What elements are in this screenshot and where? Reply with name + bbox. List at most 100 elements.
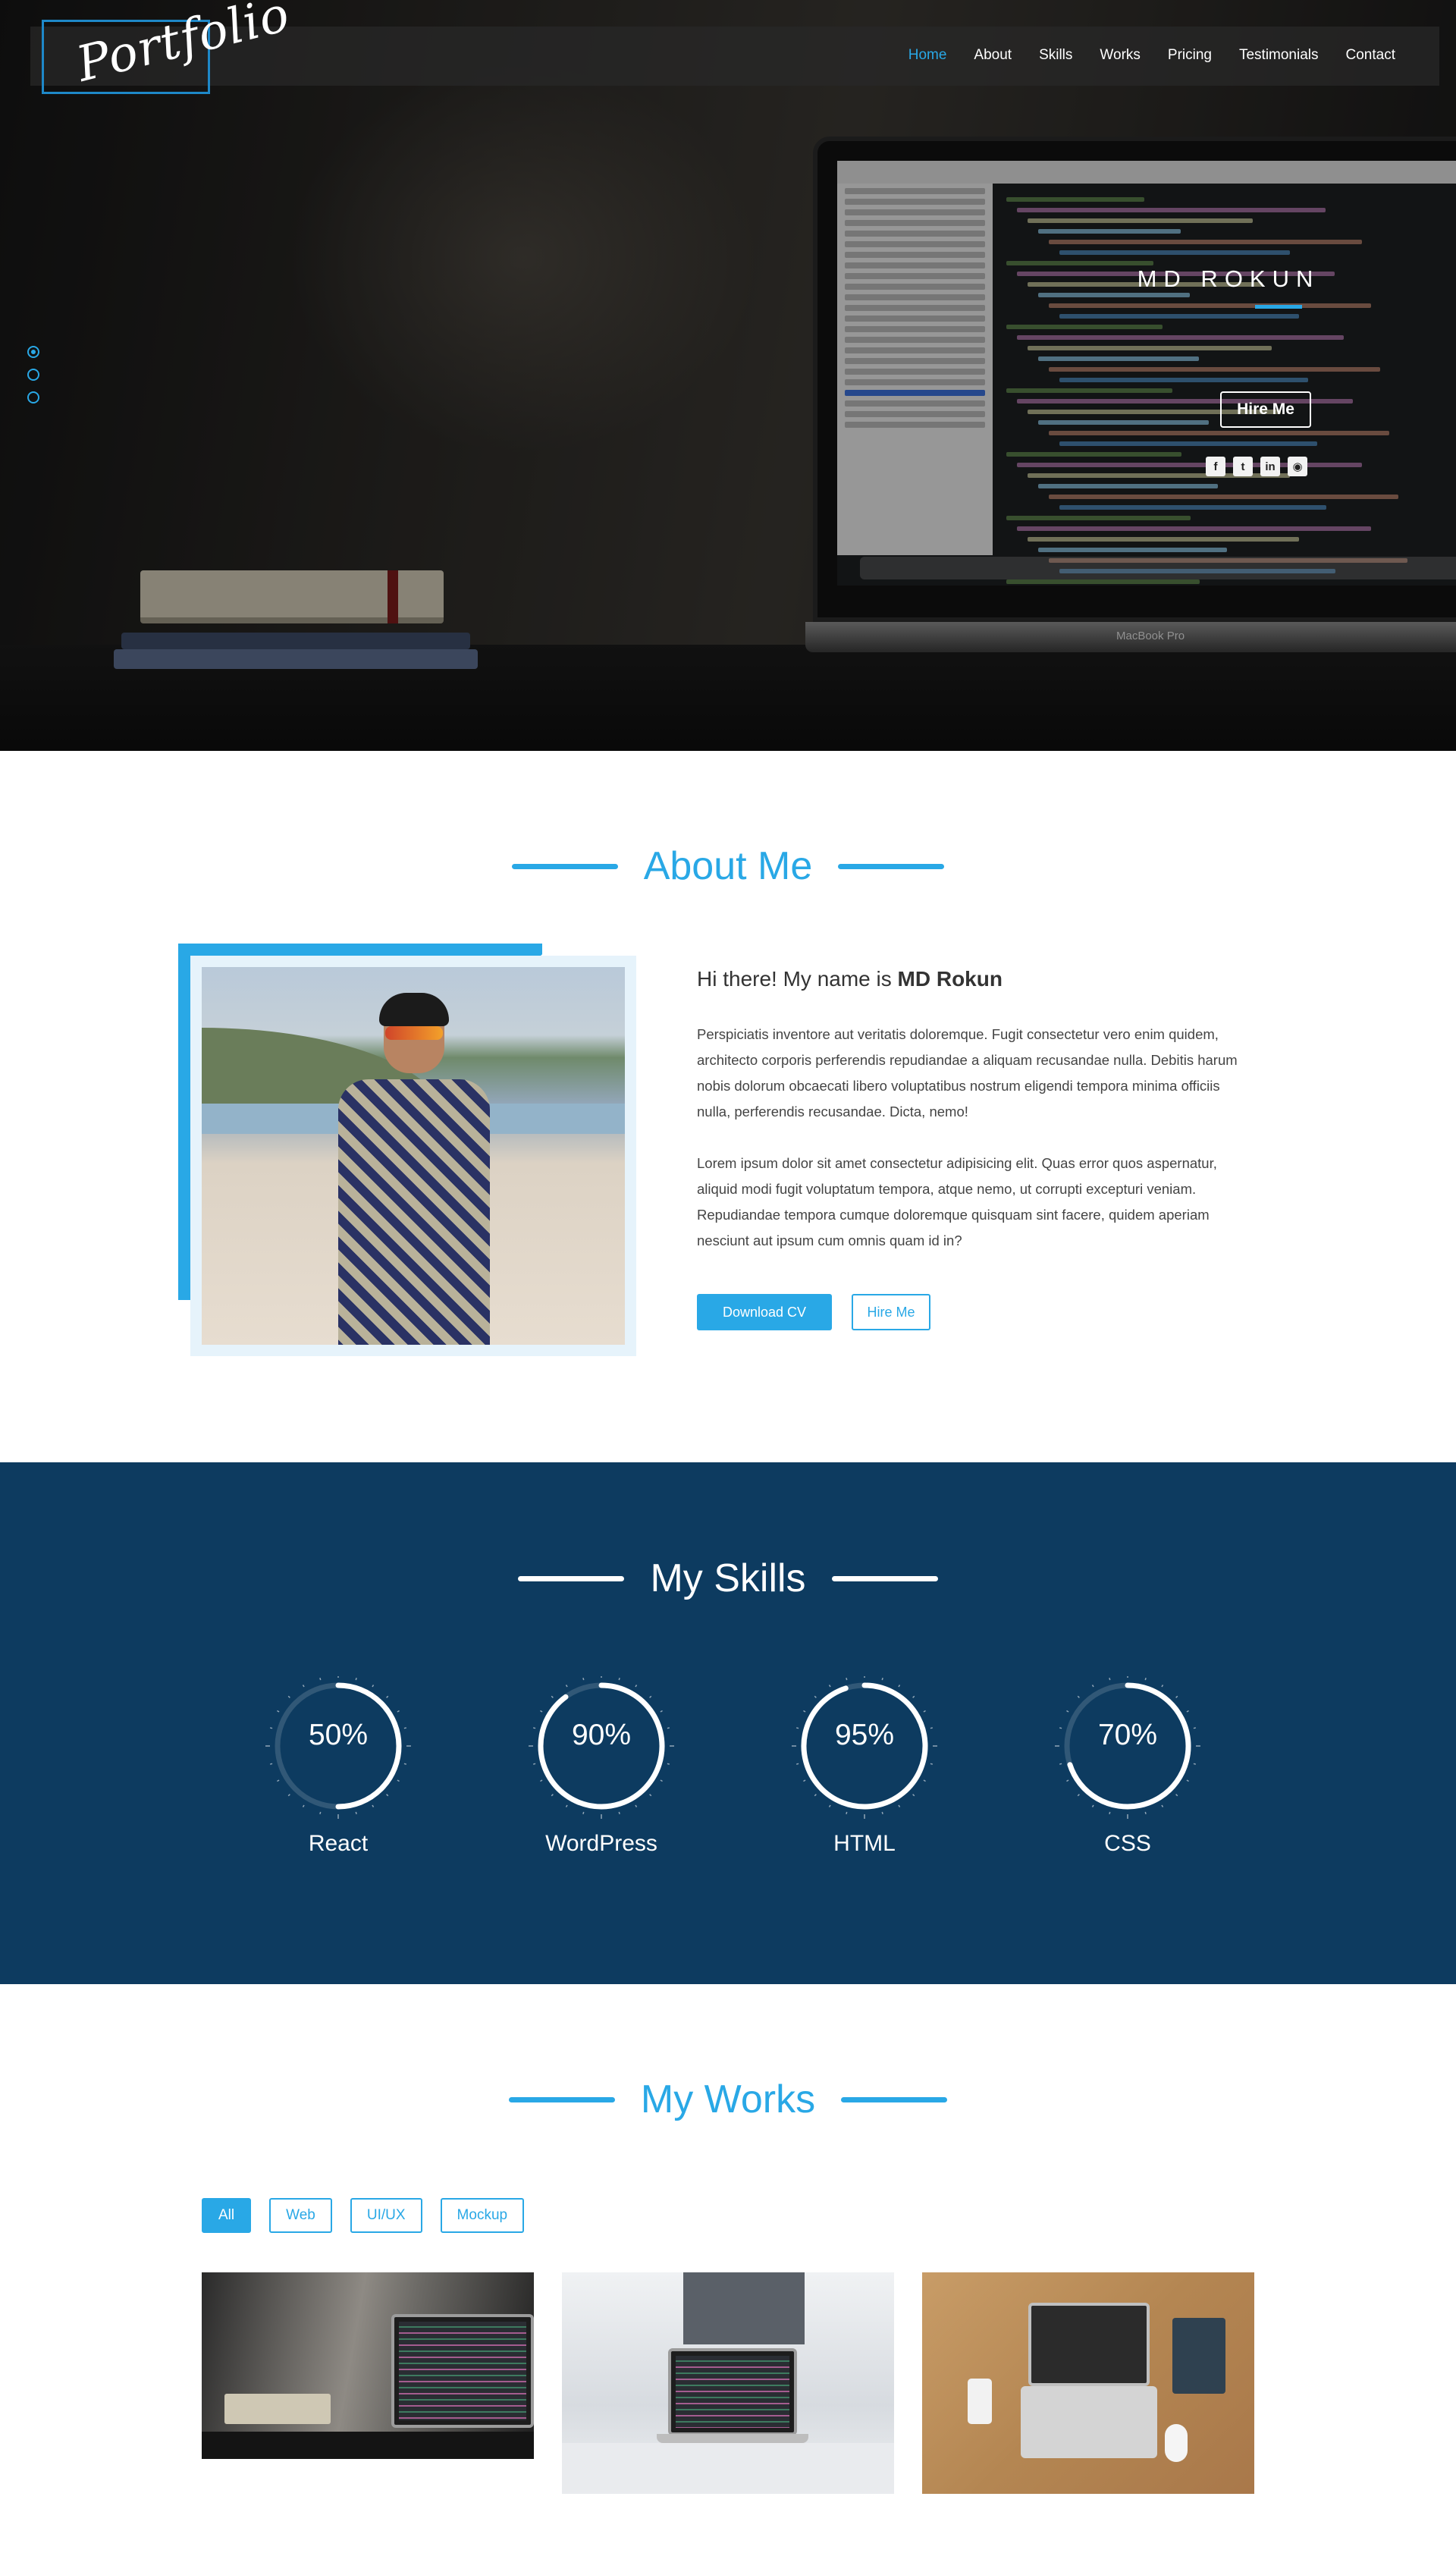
- title-bar-right: [831, 1575, 938, 1581]
- title-bar-left: [511, 863, 618, 869]
- skill-tick: [1186, 1779, 1189, 1782]
- skill-tick: [814, 1695, 817, 1698]
- thumb-laptop: [668, 2348, 797, 2435]
- thumb-laptop-keyboard: [1021, 2386, 1157, 2458]
- skill-tick: [912, 1794, 915, 1797]
- title-bar-right: [838, 863, 945, 869]
- greeting-prefix: Hi there! My name is: [697, 967, 898, 991]
- hero-dark-overlay: [0, 0, 1456, 751]
- skill-tick: [287, 1695, 290, 1698]
- about-paragraph-2: Lorem ipsum dolor sit amet consectetur a…: [697, 1155, 1217, 1248]
- about-greeting: Hi there! My name is MD Rokun: [697, 967, 1243, 991]
- thumb-mouse: [1165, 2424, 1188, 2462]
- skill-percent: 50%: [308, 1719, 369, 1751]
- skill-tick: [1109, 1811, 1111, 1815]
- skill-tick: [1144, 1811, 1147, 1815]
- thumb-desk: [202, 2432, 534, 2459]
- filter-all[interactable]: All: [202, 2198, 252, 2233]
- skill-name: WordPress: [545, 1831, 657, 1856]
- nav-item-skills[interactable]: Skills: [1039, 47, 1072, 64]
- skill-tick: [828, 1804, 831, 1807]
- filter-web[interactable]: Web: [269, 2198, 332, 2233]
- skill-tick: [660, 1710, 663, 1713]
- skill-tick: [386, 1794, 389, 1797]
- skill-tick: [814, 1794, 817, 1797]
- skill-tick: [277, 1710, 280, 1713]
- work-thumbnail-1[interactable]: [202, 2272, 534, 2459]
- thumb-laptop: [391, 2314, 534, 2428]
- social-links: f t in ◉: [1206, 457, 1307, 476]
- hero-name-underline: [1255, 305, 1302, 309]
- skill-tick: [551, 1695, 554, 1698]
- title-bar-right: [841, 2096, 948, 2102]
- skill-tick: [372, 1804, 375, 1807]
- download-cv-button[interactable]: Download CV: [697, 1294, 832, 1330]
- nav-item-pricing[interactable]: Pricing: [1168, 47, 1212, 64]
- skill-html: 95% HTML: [789, 1676, 940, 1857]
- logo[interactable]: Portfolio: [42, 0, 295, 94]
- nav-item-testimonials[interactable]: Testimonials: [1239, 47, 1319, 64]
- work-thumbnail-2[interactable]: [562, 2272, 894, 2494]
- facebook-icon[interactable]: f: [1206, 457, 1225, 476]
- skill-tick: [386, 1695, 389, 1698]
- hero-hire-button[interactable]: Hire Me: [1220, 391, 1311, 428]
- nav-item-about[interactable]: About: [974, 47, 1012, 64]
- skills-title: My Skills: [650, 1556, 806, 1600]
- skill-tick: [532, 1763, 536, 1765]
- twitter-icon[interactable]: t: [1233, 457, 1253, 476]
- skill-tick: [582, 1811, 585, 1815]
- skill-tick: [302, 1804, 305, 1807]
- title-bar-left: [518, 1575, 625, 1581]
- about-paragraph-1: Perspiciatis inventore aut veritatis dol…: [697, 1026, 1238, 1119]
- about-title: About Me: [643, 844, 813, 888]
- skill-tick: [582, 1677, 585, 1681]
- skill-tick: [565, 1804, 568, 1807]
- nav-item-home[interactable]: Home: [908, 47, 947, 64]
- skill-tick: [1144, 1677, 1147, 1681]
- skill-tick: [277, 1779, 280, 1782]
- skill-tick: [660, 1779, 663, 1782]
- skill-tick: [397, 1779, 400, 1782]
- skill-tick: [635, 1804, 638, 1807]
- thumb-books: [224, 2394, 331, 2424]
- nav-menu: Home About Skills Works Pricing Testimon…: [881, 47, 1395, 64]
- nav-item-contact[interactable]: Contact: [1346, 47, 1395, 64]
- skill-tick: [846, 1677, 848, 1681]
- skill-tick: [618, 1811, 620, 1815]
- skill-tick: [881, 1811, 883, 1815]
- nav-item-works[interactable]: Works: [1100, 47, 1140, 64]
- skill-tick: [1161, 1685, 1164, 1688]
- skill-tick: [930, 1763, 934, 1765]
- skill-tick: [1077, 1794, 1080, 1797]
- about-text: Hi there! My name is MD Rokun Perspiciat…: [697, 956, 1243, 1280]
- skill-tick: [565, 1685, 568, 1688]
- skill-tick: [540, 1710, 543, 1713]
- skill-tick: [319, 1811, 322, 1815]
- skills-section-title: My Skills: [0, 1556, 1456, 1601]
- slider-dot-2[interactable]: [27, 369, 39, 381]
- skill-tick: [1175, 1794, 1178, 1797]
- skill-tick: [1091, 1804, 1094, 1807]
- skill-percent: 95%: [834, 1719, 895, 1751]
- skill-tick: [1091, 1685, 1094, 1688]
- about-hire-button[interactable]: Hire Me: [852, 1294, 930, 1330]
- skill-tick: [923, 1779, 926, 1782]
- slider-dot-3[interactable]: [27, 391, 39, 404]
- hero-section: MacBook Pro Portfolio Home About Skills …: [0, 0, 1456, 751]
- works-title: My Works: [640, 2077, 816, 2121]
- skill-tick: [302, 1685, 305, 1688]
- linkedin-icon[interactable]: in: [1260, 457, 1280, 476]
- hero-name: MD ROKUN: [1137, 265, 1320, 292]
- filter-mockup[interactable]: Mockup: [440, 2198, 525, 2233]
- thumb-table: [562, 2443, 894, 2494]
- skill-tick: [898, 1685, 901, 1688]
- work-thumbnail-3[interactable]: [922, 2272, 1254, 2494]
- slider-dots: [27, 346, 39, 414]
- skill-tick: [795, 1763, 799, 1765]
- skill-tick: [269, 1763, 273, 1765]
- thumb-laptop-base: [657, 2434, 808, 2443]
- skill-tick: [923, 1710, 926, 1713]
- filter-ui-ux[interactable]: UI/UX: [350, 2198, 422, 2233]
- slider-dot-1[interactable]: [27, 346, 39, 358]
- github-icon[interactable]: ◉: [1288, 457, 1307, 476]
